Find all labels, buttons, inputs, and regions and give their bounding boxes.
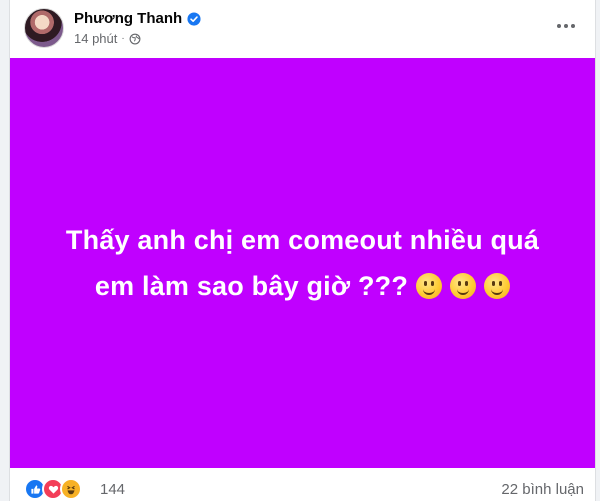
post-background[interactable]: Thấy anh chị em comeout nhiều quá em làm… (10, 58, 595, 468)
meta-separator: · (121, 33, 125, 44)
more-dot-icon (564, 24, 568, 28)
more-dot-icon (557, 24, 561, 28)
post-text-line-2-text: em làm sao bây giờ ??? (94, 271, 409, 301)
post-header: Phương Thanh 14 phút · (24, 8, 584, 48)
post-text-line-1: Thấy anh chị em comeout nhiều quá (65, 225, 540, 255)
smiling-face-emoji-icon (416, 273, 443, 299)
reaction-icons[interactable] (24, 478, 82, 500)
globe-icon (129, 33, 141, 44)
more-dot-icon (571, 24, 575, 28)
smiling-face-emoji-icon (484, 273, 511, 299)
post-footer: 144 22 bình luận (24, 478, 584, 500)
post-timestamp[interactable]: 14 phút (74, 31, 117, 46)
haha-icon (60, 478, 82, 500)
author-name[interactable]: Phương Thanh (74, 10, 182, 27)
comments-count-link[interactable]: 22 bình luận (501, 481, 584, 498)
post-text: Thấy anh chị em comeout nhiều quá em làm… (66, 217, 539, 309)
author-row: Phương Thanh (74, 10, 201, 27)
avatar[interactable] (24, 8, 64, 48)
more-options-button[interactable] (548, 8, 584, 44)
verified-badge-icon (187, 11, 201, 26)
smiling-face-emoji-icon (450, 273, 477, 299)
post-meta: 14 phút · (74, 31, 141, 46)
post-text-line-2: em làm sao bây giờ ??? (66, 263, 539, 309)
post-card: Phương Thanh 14 phút · Thấy anh chị em c… (9, 0, 596, 501)
reaction-count[interactable]: 144 (100, 481, 125, 498)
